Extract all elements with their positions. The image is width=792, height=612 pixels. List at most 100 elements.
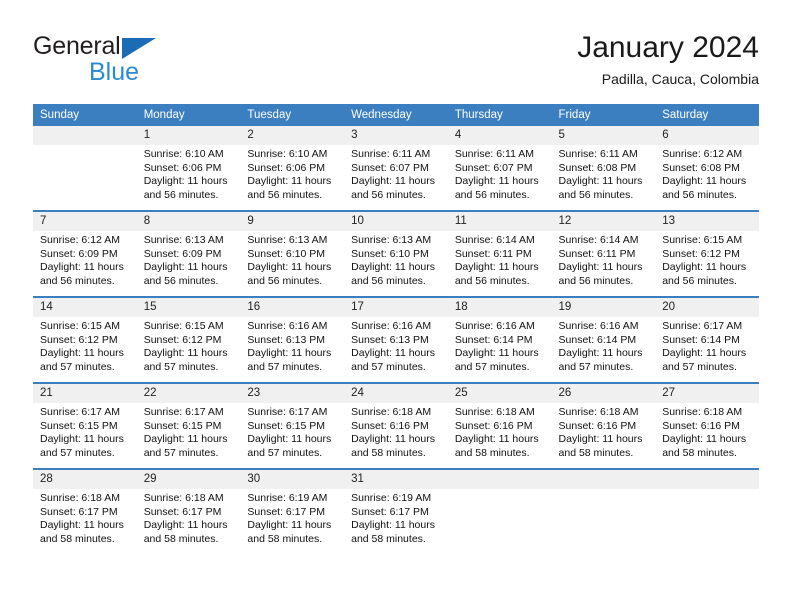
daylight-duration-line2: and 57 minutes. bbox=[351, 360, 426, 373]
title-block: January 2024 Padilla, Cauca, Colombia bbox=[577, 30, 759, 90]
sunrise-time: Sunrise: 6:13 AM bbox=[143, 234, 224, 246]
calendar-day-cell[interactable]: 29 Sunrise: 6:18 AM Sunset: 6:17 PM Dayligh… bbox=[136, 468, 241, 554]
daylight-duration-line1: Daylight: 11 hours bbox=[143, 433, 228, 446]
day-number bbox=[551, 470, 656, 489]
sunrise-time: Sunrise: 6:19 AM bbox=[351, 492, 432, 504]
sunrise-time: Sunrise: 6:12 AM bbox=[40, 234, 120, 246]
day-number: 24 bbox=[344, 384, 448, 403]
day-number: 13 bbox=[655, 212, 759, 231]
daylight-duration-line1: Daylight: 11 hours bbox=[558, 261, 643, 274]
calendar-day-cell[interactable]: 24 Sunrise: 6:18 AM Sunset: 6:16 PM Dayligh… bbox=[344, 382, 448, 469]
sunset-time: Sunset: 6:10 PM bbox=[247, 247, 326, 260]
day-details: Sunrise: 6:14 AM Sunset: 6:11 PM Daylight:… bbox=[448, 231, 552, 288]
calendar-day-cell[interactable]: 26 Sunrise: 6:18 AM Sunset: 6:16 PM Dayligh… bbox=[551, 382, 656, 469]
daylight-duration-line2: and 56 minutes. bbox=[143, 274, 219, 287]
day-details: Sunrise: 6:11 AM Sunset: 6:07 PM Daylight:… bbox=[344, 145, 448, 202]
calendar-day-cell[interactable]: 30 Sunrise: 6:19 AM Sunset: 6:17 PM Dayligh… bbox=[240, 468, 345, 554]
day-number: 25 bbox=[447, 384, 552, 403]
weekday-header-saturday: Saturday bbox=[655, 104, 759, 126]
calendar-day-cell[interactable]: 8 Sunrise: 6:13 AM Sunset: 6:09 PM Daylight… bbox=[136, 210, 241, 297]
daylight-duration-line2: and 56 minutes. bbox=[454, 188, 530, 201]
calendar-grid: Sunday Monday Tuesday Wednesday Thursday… bbox=[33, 104, 759, 554]
day-number: 27 bbox=[655, 384, 759, 403]
day-details: Sunrise: 6:18 AM Sunset: 6:16 PM Daylight:… bbox=[448, 403, 552, 460]
calendar-day-cell[interactable] bbox=[33, 126, 137, 211]
calendar-day-cell[interactable]: 27 Sunrise: 6:18 AM Sunset: 6:16 PM Dayligh… bbox=[655, 382, 759, 469]
calendar-day-cell[interactable]: 5 Sunrise: 6:11 AM Sunset: 6:08 PM Daylight… bbox=[551, 126, 656, 211]
sunrise-time: Sunrise: 6:16 AM bbox=[351, 320, 432, 332]
daylight-duration-line1: Daylight: 11 hours bbox=[247, 175, 332, 188]
sunrise-time: Sunrise: 6:13 AM bbox=[351, 234, 432, 246]
sunrise-time: Sunrise: 6:19 AM bbox=[247, 492, 328, 504]
sunset-time: Sunset: 6:15 PM bbox=[40, 419, 118, 432]
daylight-duration-line2: and 58 minutes. bbox=[351, 446, 426, 459]
calendar-day-cell[interactable]: 20 Sunrise: 6:17 AM Sunset: 6:14 PM Dayligh… bbox=[655, 296, 759, 383]
calendar-day-cell[interactable]: 14 Sunrise: 6:15 AM Sunset: 6:12 PM Dayligh… bbox=[33, 296, 137, 383]
calendar-day-cell[interactable]: 2 Sunrise: 6:10 AM Sunset: 6:06 PM Daylight… bbox=[240, 126, 345, 211]
daylight-duration-line1: Daylight: 11 hours bbox=[351, 175, 435, 188]
sunset-time: Sunset: 6:13 PM bbox=[351, 333, 429, 346]
sunrise-time: Sunrise: 6:16 AM bbox=[558, 320, 639, 332]
calendar-day-cell[interactable]: 28 Sunrise: 6:18 AM Sunset: 6:17 PM Dayligh… bbox=[33, 468, 137, 554]
daylight-duration-line1: Daylight: 11 hours bbox=[351, 519, 435, 532]
calendar-body: 1 Sunrise: 6:10 AM Sunset: 6:06 PM Daylight… bbox=[33, 126, 759, 554]
day-details: Sunrise: 6:15 AM Sunset: 6:12 PM Daylight:… bbox=[33, 317, 137, 374]
calendar-day-cell[interactable]: 15 Sunrise: 6:15 AM Sunset: 6:12 PM Dayligh… bbox=[136, 296, 241, 383]
calendar-day-cell[interactable]: 4 Sunrise: 6:11 AM Sunset: 6:07 PM Daylight… bbox=[447, 126, 552, 211]
daylight-duration-line2: and 57 minutes. bbox=[143, 360, 219, 373]
sunrise-time: Sunrise: 6:13 AM bbox=[247, 234, 328, 246]
daylight-duration-line2: and 56 minutes. bbox=[247, 274, 323, 287]
sunrise-time: Sunrise: 6:14 AM bbox=[558, 234, 639, 246]
daylight-duration-line2: and 56 minutes. bbox=[40, 274, 115, 287]
calendar-day-cell[interactable]: 31 Sunrise: 6:19 AM Sunset: 6:17 PM Dayligh… bbox=[344, 468, 448, 554]
day-number: 10 bbox=[344, 212, 448, 231]
daylight-duration-line2: and 57 minutes. bbox=[143, 446, 219, 459]
calendar-day-cell[interactable]: 25 Sunrise: 6:18 AM Sunset: 6:16 PM Dayligh… bbox=[447, 382, 552, 469]
calendar-day-cell[interactable]: 21 Sunrise: 6:17 AM Sunset: 6:15 PM Dayligh… bbox=[33, 382, 137, 469]
daylight-duration-line1: Daylight: 11 hours bbox=[662, 433, 747, 446]
calendar-day-cell[interactable]: 17 Sunrise: 6:16 AM Sunset: 6:13 PM Dayligh… bbox=[344, 296, 448, 383]
daylight-duration-line1: Daylight: 11 hours bbox=[454, 175, 539, 188]
day-details: Sunrise: 6:15 AM Sunset: 6:12 PM Daylight:… bbox=[137, 317, 241, 374]
calendar-day-cell[interactable] bbox=[551, 468, 656, 554]
calendar-day-cell[interactable]: 11 Sunrise: 6:14 AM Sunset: 6:11 PM Dayligh… bbox=[447, 210, 552, 297]
generalblue-logo[interactable]: General Blue bbox=[33, 34, 233, 90]
calendar-day-cell[interactable]: 22 Sunrise: 6:17 AM Sunset: 6:15 PM Dayligh… bbox=[136, 382, 241, 469]
calendar-day-cell[interactable]: 16 Sunrise: 6:16 AM Sunset: 6:13 PM Dayligh… bbox=[240, 296, 345, 383]
calendar-week-row: 21 Sunrise: 6:17 AM Sunset: 6:15 PM Dayligh… bbox=[33, 382, 759, 469]
day-number: 11 bbox=[447, 212, 552, 231]
calendar-day-cell[interactable] bbox=[447, 468, 552, 554]
sunset-time: Sunset: 6:06 PM bbox=[143, 161, 222, 174]
calendar-day-cell[interactable]: 12 Sunrise: 6:14 AM Sunset: 6:11 PM Dayligh… bbox=[551, 210, 656, 297]
calendar-day-cell[interactable]: 7 Sunrise: 6:12 AM Sunset: 6:09 PM Daylight… bbox=[33, 210, 137, 297]
daylight-duration-line1: Daylight: 11 hours bbox=[247, 519, 332, 532]
daylight-duration-line1: Daylight: 11 hours bbox=[351, 433, 435, 446]
calendar-day-cell[interactable]: 3 Sunrise: 6:11 AM Sunset: 6:07 PM Daylight… bbox=[344, 126, 448, 211]
day-details: Sunrise: 6:17 AM Sunset: 6:15 PM Daylight:… bbox=[33, 403, 137, 460]
day-number: 1 bbox=[136, 126, 241, 145]
calendar-day-cell[interactable]: 6 Sunrise: 6:12 AM Sunset: 6:08 PM Daylight… bbox=[655, 126, 759, 211]
calendar-day-cell[interactable]: 1 Sunrise: 6:10 AM Sunset: 6:06 PM Daylight… bbox=[136, 126, 241, 211]
day-number: 7 bbox=[33, 212, 137, 231]
calendar-week-row: 14 Sunrise: 6:15 AM Sunset: 6:12 PM Dayligh… bbox=[33, 296, 759, 383]
sunset-time: Sunset: 6:12 PM bbox=[143, 333, 222, 346]
daylight-duration-line1: Daylight: 11 hours bbox=[558, 433, 643, 446]
sunset-time: Sunset: 6:06 PM bbox=[247, 161, 326, 174]
sunrise-time: Sunrise: 6:18 AM bbox=[662, 406, 743, 418]
day-number: 16 bbox=[240, 298, 345, 317]
daylight-duration-line2: and 58 minutes. bbox=[247, 532, 323, 545]
sunrise-time: Sunrise: 6:18 AM bbox=[40, 492, 120, 504]
calendar-day-cell[interactable] bbox=[655, 468, 759, 554]
calendar-day-cell[interactable]: 13 Sunrise: 6:15 AM Sunset: 6:12 PM Dayligh… bbox=[655, 210, 759, 297]
calendar-day-cell[interactable]: 18 Sunrise: 6:16 AM Sunset: 6:14 PM Dayligh… bbox=[447, 296, 552, 383]
calendar-day-cell[interactable]: 10 Sunrise: 6:13 AM Sunset: 6:10 PM Dayligh… bbox=[344, 210, 448, 297]
sunset-time: Sunset: 6:15 PM bbox=[143, 419, 222, 432]
weekday-header-sunday: Sunday bbox=[33, 104, 137, 126]
day-number: 26 bbox=[551, 384, 656, 403]
calendar-day-cell[interactable]: 19 Sunrise: 6:16 AM Sunset: 6:14 PM Dayligh… bbox=[551, 296, 656, 383]
day-details: Sunrise: 6:13 AM Sunset: 6:10 PM Daylight:… bbox=[344, 231, 448, 288]
day-details: Sunrise: 6:17 AM Sunset: 6:15 PM Daylight:… bbox=[240, 403, 344, 460]
calendar-day-cell[interactable]: 9 Sunrise: 6:13 AM Sunset: 6:10 PM Daylight… bbox=[240, 210, 345, 297]
calendar-day-cell[interactable]: 23 Sunrise: 6:17 AM Sunset: 6:15 PM Dayligh… bbox=[240, 382, 345, 469]
sunrise-time: Sunrise: 6:18 AM bbox=[143, 492, 224, 504]
